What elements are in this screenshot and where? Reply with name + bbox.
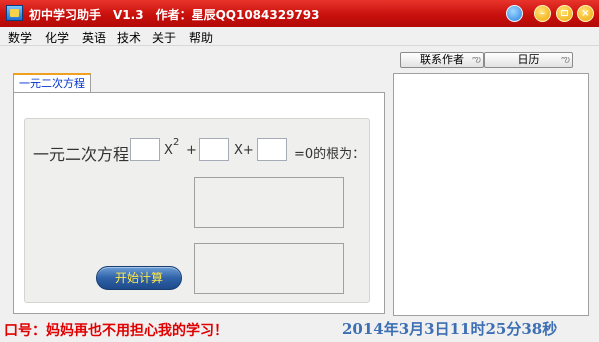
menu-english[interactable]: 英语 xyxy=(82,29,106,46)
menu-tech[interactable]: 技术 xyxy=(117,29,141,46)
curl-icon: ఌ xyxy=(472,54,481,65)
calendar-button[interactable]: 日历 ఌ xyxy=(484,52,573,68)
coefficient-c-input[interactable] xyxy=(257,138,287,161)
contact-author-label: 联系作者 xyxy=(420,53,464,66)
equation-label: 一元二次方程 xyxy=(33,145,130,164)
app-window: 初中学习助手 V1.3 作者：星辰QQ1084329793 – × 数学 化学 英语… xyxy=(0,0,599,342)
menu-bar: 数学 化学 英语 技术 关于 帮助 xyxy=(0,27,599,46)
coefficient-a-input[interactable] xyxy=(130,138,160,161)
curl-icon: ఌ xyxy=(561,54,570,65)
author-info: 作者：星辰QQ1084329793 xyxy=(155,8,320,22)
menu-chemistry[interactable]: 化学 xyxy=(45,29,69,46)
x-label: X+ xyxy=(234,143,254,158)
x-squared-label: X xyxy=(164,143,173,158)
exponent-label: 2 xyxy=(173,137,180,148)
maximize-icon[interactable] xyxy=(556,5,573,22)
menu-math[interactable]: 数学 xyxy=(8,29,32,46)
contact-author-button[interactable]: 联系作者 ఌ xyxy=(400,52,484,68)
clock-display: 2014年3月3日11时25分38秒 xyxy=(342,320,558,338)
root2-output xyxy=(194,243,344,294)
title-bar[interactable]: 初中学习助手 V1.3 作者：星辰QQ1084329793 – × xyxy=(0,0,599,27)
window-title: 初中学习助手 V1.3 作者：星辰QQ1084329793 xyxy=(29,6,331,23)
root1-output xyxy=(194,177,344,228)
menu-help[interactable]: 帮助 xyxy=(189,29,213,46)
roots-label: =0的根为： xyxy=(294,147,366,162)
tab-quadratic[interactable]: 一元二次方程 xyxy=(13,73,91,93)
side-panel xyxy=(393,73,589,316)
app-icon xyxy=(6,5,23,21)
calendar-label: 日历 xyxy=(517,53,540,66)
slogan-text: 口号：妈妈再也不用担心我的学习！ xyxy=(4,323,228,339)
app-name: 初中学习助手 xyxy=(29,8,102,22)
coefficient-b-input[interactable] xyxy=(199,138,229,161)
menu-about[interactable]: 关于 xyxy=(152,29,176,46)
app-version: V1.3 xyxy=(113,8,144,22)
minimize-icon[interactable]: – xyxy=(534,5,551,22)
skin-icon[interactable] xyxy=(506,5,523,22)
plus-label: + xyxy=(186,143,197,158)
calculate-button[interactable]: 开始计算 xyxy=(96,266,182,290)
close-icon[interactable]: × xyxy=(577,5,594,22)
